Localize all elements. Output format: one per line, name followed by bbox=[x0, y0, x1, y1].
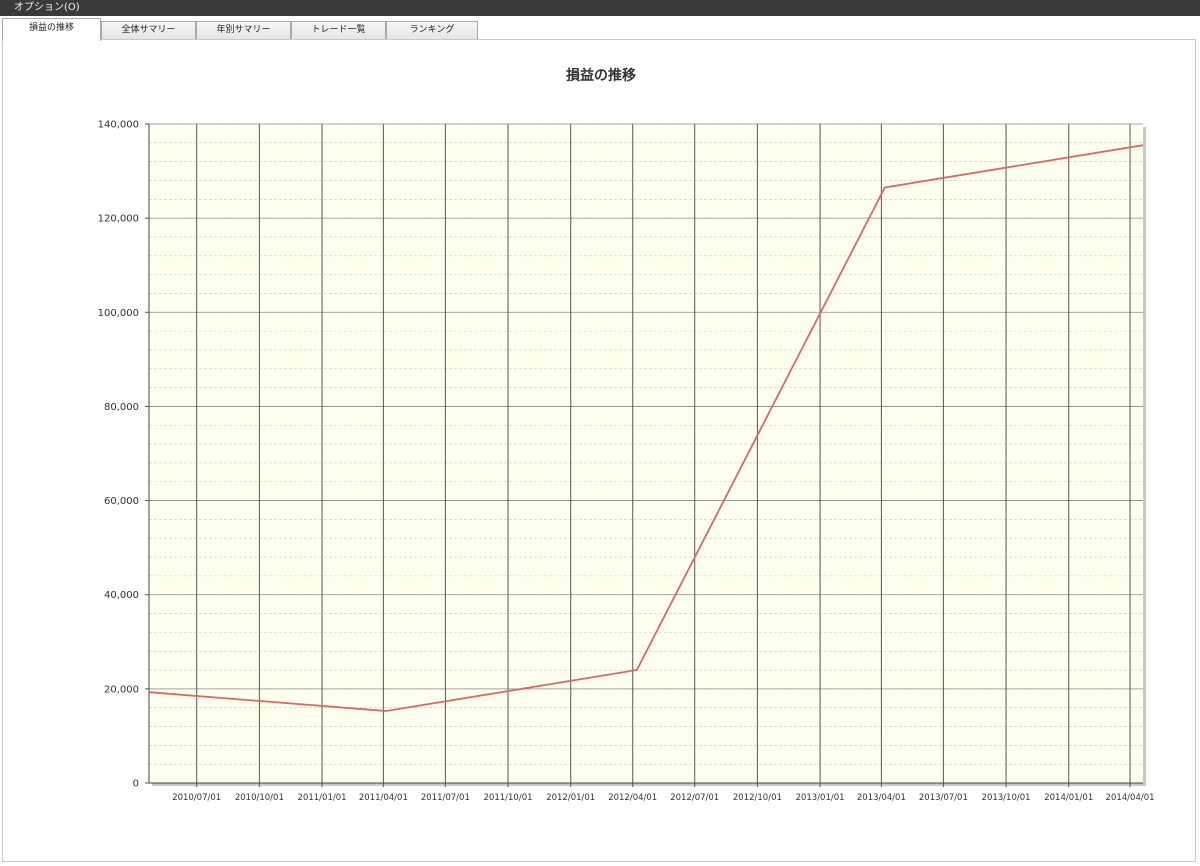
options-menu[interactable]: オプション(O) bbox=[0, 0, 80, 16]
y-tick-label: 140,000 bbox=[98, 120, 139, 131]
chart-title: 損益の推移 bbox=[566, 67, 636, 84]
tab-ranking[interactable]: ランキング bbox=[386, 21, 478, 39]
x-tick-label: 2013/01/01 bbox=[796, 793, 845, 803]
tab-yearly-summary[interactable]: 年別サマリー bbox=[196, 21, 291, 39]
x-tick-label: 2011/01/01 bbox=[298, 793, 347, 803]
tab-trade-list[interactable]: トレード一覧 bbox=[291, 21, 386, 39]
y-tick-label: 80,000 bbox=[104, 402, 139, 413]
y-tick-label: 120,000 bbox=[98, 214, 139, 225]
y-tick-label: 40,000 bbox=[104, 590, 139, 601]
x-tick-label: 2012/01/01 bbox=[546, 793, 595, 803]
x-tick-label: 2013/07/01 bbox=[919, 793, 968, 803]
x-tick-label: 2010/07/01 bbox=[172, 793, 221, 803]
tab-profit-trend[interactable]: 損益の推移 bbox=[2, 18, 101, 41]
x-tick-label: 2011/04/01 bbox=[359, 793, 408, 803]
y-tick-label: 0 bbox=[133, 779, 139, 790]
x-tick-label: 2013/10/01 bbox=[982, 793, 1031, 803]
y-tick-label: 100,000 bbox=[98, 308, 139, 319]
tab-overall-summary[interactable]: 全体サマリー bbox=[101, 21, 196, 39]
x-tick-label: 2013/04/01 bbox=[857, 793, 906, 803]
x-tick-label: 2014/04/01 bbox=[1106, 793, 1155, 803]
x-tick-label: 2014/01/01 bbox=[1044, 793, 1093, 803]
profit-chart: 損益の推移 0 20,000 40,000 60,000 80,000 100,000 12… bbox=[98, 67, 1155, 803]
y-tick-label: 60,000 bbox=[104, 496, 139, 507]
plot-area bbox=[149, 124, 1143, 783]
y-tick-label: 20,000 bbox=[104, 684, 139, 695]
x-tick-label: 2012/10/01 bbox=[733, 793, 782, 803]
menu-bar: オプション(O) bbox=[0, 0, 1200, 16]
x-tick-label: 2011/10/01 bbox=[484, 793, 533, 803]
x-tick-label: 2010/10/01 bbox=[235, 793, 284, 803]
x-tick-label: 2012/04/01 bbox=[608, 793, 657, 803]
x-tick-label: 2012/07/01 bbox=[670, 793, 719, 803]
tab-strip: 損益の推移 全体サマリー 年別サマリー トレード一覧 ランキング bbox=[0, 16, 1200, 41]
profit-trend-panel: 損益の推移 0 20,000 40,000 60,000 80,000 100,000 12… bbox=[2, 39, 1196, 862]
x-tick-label: 2011/07/01 bbox=[421, 793, 470, 803]
